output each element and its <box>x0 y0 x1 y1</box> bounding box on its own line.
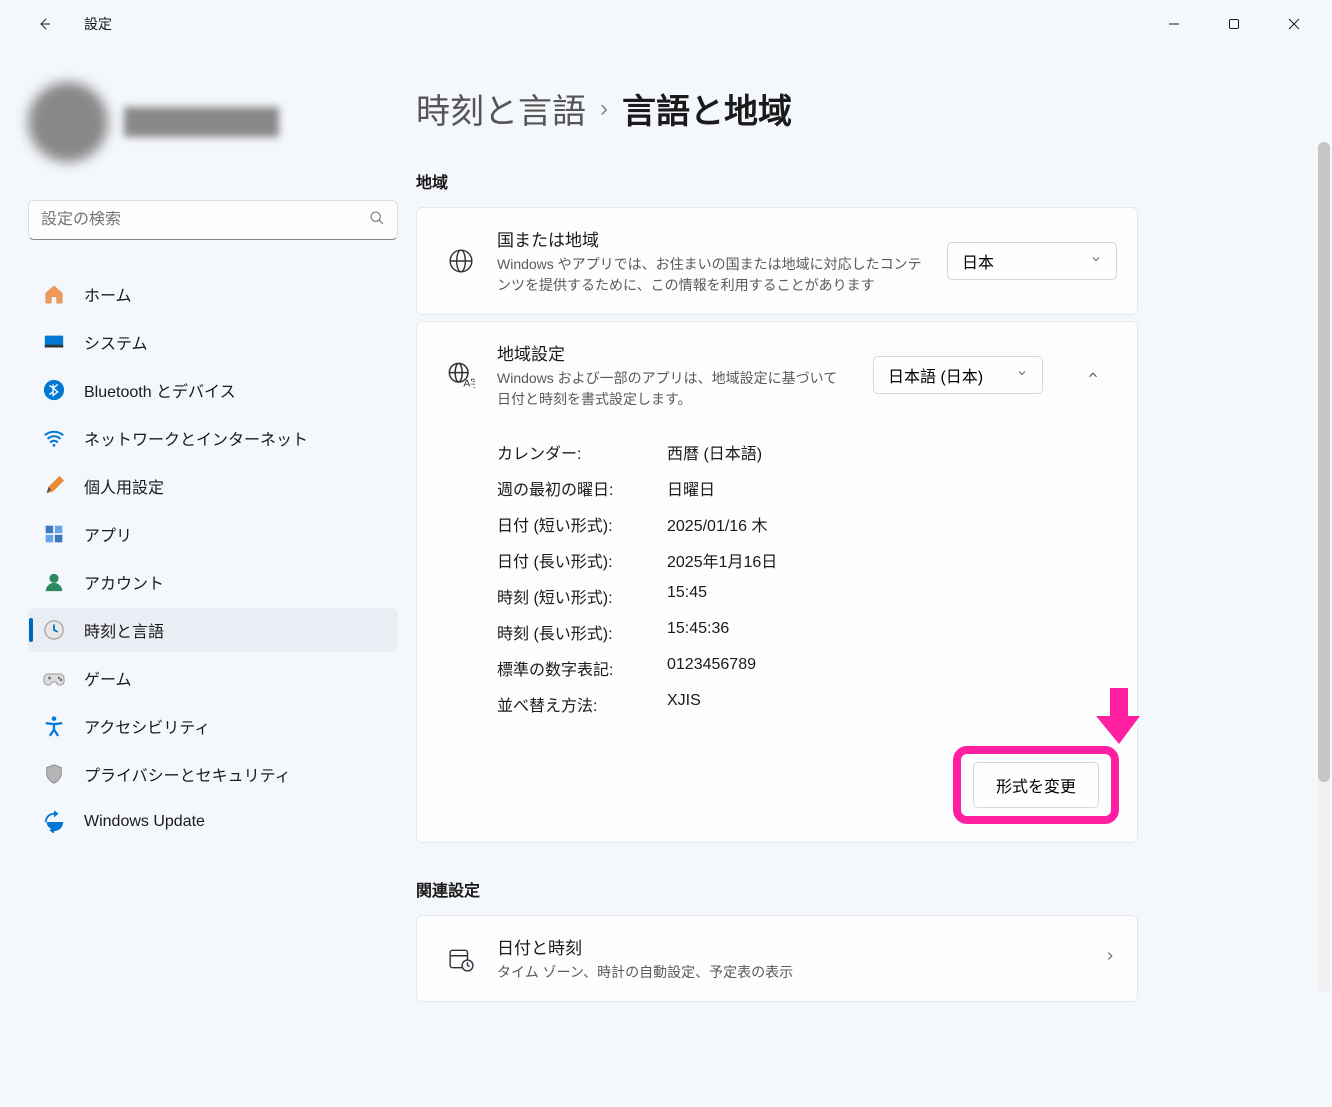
region-card-title: 国または地域 <box>497 226 925 251</box>
window-title: 設定 <box>84 14 112 34</box>
personalization-icon <box>42 474 66 498</box>
minimize-button[interactable] <box>1144 4 1204 44</box>
system-icon <box>42 330 66 354</box>
collapse-button[interactable] <box>1069 351 1117 399</box>
detail-row: カレンダー:西暦 (日本語) <box>497 434 1107 470</box>
sidebar-item-bluetooth[interactable]: Bluetooth とデバイス <box>28 368 398 412</box>
chevron-down-icon <box>1090 252 1102 270</box>
home-icon <box>42 282 66 306</box>
gaming-icon <box>42 666 66 690</box>
sidebar-item-label: ゲーム <box>84 666 132 690</box>
sidebar-item-windows-update[interactable]: Windows Update <box>28 800 398 844</box>
avatar <box>28 82 108 162</box>
region-dropdown-value: 日本 <box>962 249 994 273</box>
page-title: 言語と地域 <box>622 84 792 133</box>
time-language-icon <box>42 618 66 642</box>
globe-language-icon: A字 <box>447 361 475 389</box>
search-icon <box>369 210 385 231</box>
sidebar-item-home[interactable]: ホーム <box>28 272 398 316</box>
chevron-down-icon <box>1016 366 1028 384</box>
sidebar-item-apps[interactable]: アプリ <box>28 512 398 556</box>
callout-highlight: 形式を変更 <box>953 746 1119 824</box>
section-region-label: 地域 <box>416 169 1308 193</box>
sidebar-item-label: ホーム <box>84 282 132 306</box>
detail-row: 時刻 (短い形式):15:45 <box>497 578 1107 614</box>
date-time-card[interactable]: 日付と時刻 タイム ゾーン、時計の自動設定、予定表の表示 <box>416 915 1138 1002</box>
accessibility-icon <box>42 714 66 738</box>
sidebar-item-label: アプリ <box>84 522 132 546</box>
chevron-right-icon <box>1103 949 1117 968</box>
detail-row: 日付 (長い形式):2025年1月16日 <box>497 542 1107 578</box>
sidebar-item-label: ネットワークとインターネット <box>84 426 308 450</box>
sidebar-item-gaming[interactable]: ゲーム <box>28 656 398 700</box>
sidebar-item-label: プライバシーとセキュリティ <box>84 762 291 786</box>
maximize-button[interactable] <box>1204 4 1264 44</box>
callout-arrow-icon <box>1096 688 1142 749</box>
scrollbar[interactable] <box>1318 142 1330 992</box>
sidebar-item-label: 個人用設定 <box>84 474 164 498</box>
region-dropdown[interactable]: 日本 <box>947 242 1117 280</box>
sidebar-item-label: アカウント <box>84 570 164 594</box>
datetime-card-title: 日付と時刻 <box>497 934 1081 959</box>
scrollbar-thumb[interactable] <box>1318 142 1330 782</box>
breadcrumb: 時刻と言語 › 言語と地域 <box>416 84 1308 133</box>
sidebar-item-accounts[interactable]: アカウント <box>28 560 398 604</box>
detail-row: 週の最初の曜日:日曜日 <box>497 470 1107 506</box>
titlebar: 設定 <box>0 0 1332 48</box>
detail-row: 時刻 (長い形式):15:45:36 <box>497 614 1107 650</box>
back-button[interactable] <box>28 8 60 40</box>
datetime-card-desc: タイム ゾーン、時計の自動設定、予定表の表示 <box>497 962 1081 983</box>
sidebar-item-label: アクセシビリティ <box>84 714 210 738</box>
format-card-desc: Windows および一部のアプリは、地域設定に基づいて日付と時刻を書式設定しま… <box>497 368 851 410</box>
profile-name <box>124 107 279 137</box>
sidebar-item-label: Bluetooth とデバイス <box>84 378 236 402</box>
calendar-clock-icon <box>447 945 475 973</box>
region-card-desc: Windows やアプリでは、お住まいの国または地域に対応したコンテンツを提供す… <box>497 254 925 296</box>
breadcrumb-parent[interactable]: 時刻と言語 <box>416 84 586 133</box>
accounts-icon <box>42 570 66 594</box>
sidebar-item-label: システム <box>84 330 148 354</box>
detail-row: 日付 (短い形式):2025/01/16 木 <box>497 506 1107 542</box>
apps-icon <box>42 522 66 546</box>
sidebar-item-accessibility[interactable]: アクセシビリティ <box>28 704 398 748</box>
format-details: カレンダー:西暦 (日本語) 週の最初の曜日:日曜日 日付 (短い形式):202… <box>417 428 1137 746</box>
privacy-icon <box>42 762 66 786</box>
bluetooth-icon <box>42 378 66 402</box>
close-button[interactable] <box>1264 4 1324 44</box>
sidebar-item-network[interactable]: ネットワークとインターネット <box>28 416 398 460</box>
sidebar-item-time-language[interactable]: 時刻と言語 <box>28 608 398 652</box>
globe-icon <box>447 247 475 275</box>
detail-row: 標準の数字表記:0123456789 <box>497 650 1107 686</box>
sidebar: ホーム システム Bluetooth とデバイス ネットワークとインターネット … <box>0 48 410 1107</box>
content-area: 時刻と言語 › 言語と地域 地域 国または地域 Windows やアプリでは、お… <box>410 48 1332 1107</box>
regional-format-value: 日本語 (日本) <box>888 363 983 387</box>
sidebar-item-personalization[interactable]: 個人用設定 <box>28 464 398 508</box>
chevron-right-icon: › <box>600 95 608 123</box>
detail-row: 並べ替え方法:XJIS <box>497 686 1107 722</box>
section-related-label: 関連設定 <box>416 877 1308 901</box>
search-input-wrap[interactable] <box>28 200 398 240</box>
network-icon <box>42 426 66 450</box>
sidebar-item-privacy[interactable]: プライバシーとセキュリティ <box>28 752 398 796</box>
svg-text:A字: A字 <box>463 377 475 389</box>
regional-format-card: A字 地域設定 Windows および一部のアプリは、地域設定に基づいて日付と時… <box>416 321 1138 843</box>
change-format-button[interactable]: 形式を変更 <box>973 762 1099 808</box>
search-input[interactable] <box>41 211 369 229</box>
format-card-title: 地域設定 <box>497 340 851 365</box>
windows-update-icon <box>42 810 66 834</box>
sidebar-item-label: 時刻と言語 <box>84 618 164 642</box>
sidebar-item-label: Windows Update <box>84 813 205 831</box>
regional-format-dropdown[interactable]: 日本語 (日本) <box>873 356 1043 394</box>
profile-block[interactable] <box>28 82 410 162</box>
region-card: 国または地域 Windows やアプリでは、お住まいの国または地域に対応したコン… <box>416 207 1138 315</box>
sidebar-item-system[interactable]: システム <box>28 320 398 364</box>
